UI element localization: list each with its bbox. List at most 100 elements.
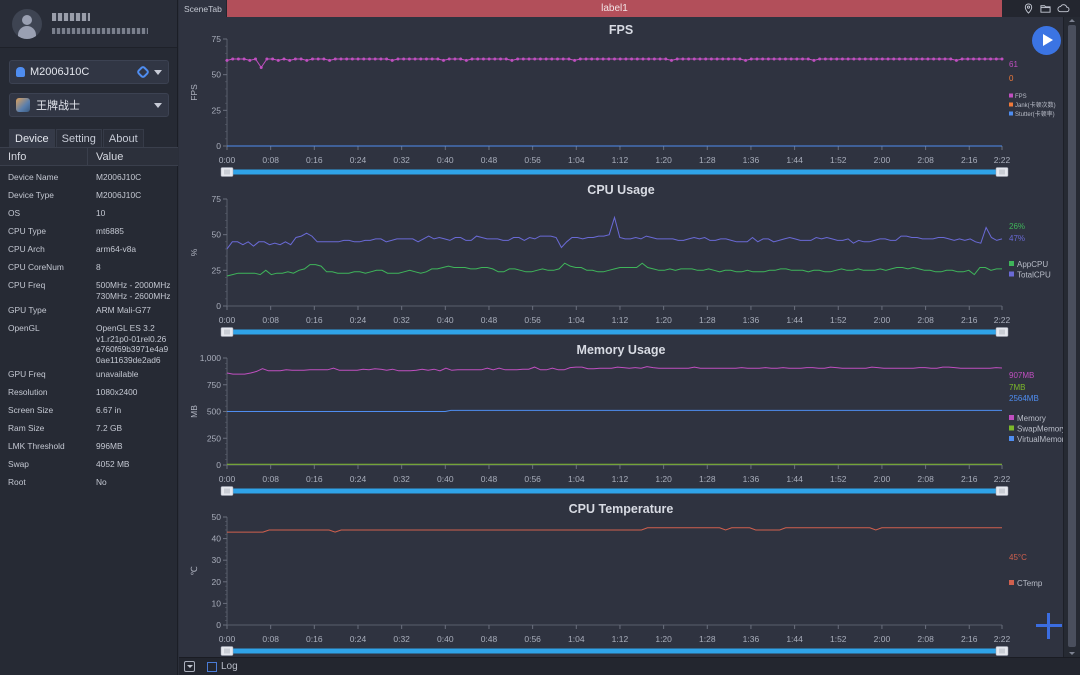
- x-tick-label: 1:28: [699, 155, 716, 165]
- info-row: CPU CoreNum 8: [0, 262, 178, 273]
- data-point: [687, 57, 691, 61]
- data-point: [339, 57, 343, 61]
- y-tick-label: 40: [212, 534, 222, 544]
- legend-label: FPS: [1015, 94, 1027, 100]
- data-point: [806, 57, 810, 61]
- y-tick-label: 1,000: [200, 353, 222, 363]
- vertical-scrollbar[interactable]: [1063, 17, 1080, 657]
- time-range-slider[interactable]: [227, 648, 1002, 654]
- data-point: [766, 57, 770, 61]
- info-value: 7.2 GB: [96, 423, 123, 433]
- cloud-icon[interactable]: [1057, 3, 1070, 14]
- x-tick-label: 0:48: [481, 634, 498, 644]
- device-select[interactable]: M2006J10C: [9, 60, 169, 84]
- device-select-value: M2006J10C: [30, 66, 90, 78]
- bottom-bar: Log: [179, 657, 1080, 675]
- info-value: M2006J10C: [96, 190, 142, 200]
- info-key: GPU Type: [8, 305, 47, 315]
- table-header: Info Value: [0, 147, 178, 166]
- add-chart-button[interactable]: [1036, 613, 1062, 639]
- x-tick-label: 0:16: [306, 315, 323, 325]
- scene-label-bar[interactable]: label1: [227, 0, 1002, 17]
- link-icon[interactable]: [135, 64, 151, 80]
- data-point: [590, 57, 594, 61]
- time-range-slider[interactable]: [227, 329, 1002, 335]
- data-point: [789, 57, 793, 61]
- data-point: [669, 58, 673, 62]
- y-tick-label: 0: [216, 141, 221, 151]
- location-pin-icon[interactable]: [1023, 3, 1034, 14]
- data-point: [367, 57, 371, 61]
- column-header-value[interactable]: Value: [88, 148, 131, 165]
- data-point: [516, 57, 520, 61]
- x-tick-label: 0:24: [350, 315, 367, 325]
- y-tick-label: 20: [212, 577, 222, 587]
- data-point: [350, 57, 354, 61]
- x-tick-label: 0:32: [393, 634, 410, 644]
- info-row: CPU Freq 500MHz - 2000MHz 730MHz - 2600MH…: [0, 280, 178, 301]
- info-value: OpenGL ES 3.2 v1.r21p0-01rel0.26 e760f69…: [96, 323, 169, 365]
- y-tick-label: 25: [212, 105, 222, 115]
- y-axis-label: ℃: [189, 566, 199, 576]
- time-range-slider[interactable]: [227, 169, 1002, 175]
- x-tick-label: 0:00: [219, 474, 236, 484]
- y-tick-label: 750: [207, 380, 221, 390]
- data-point: [538, 57, 542, 61]
- expand-panel-icon[interactable]: [184, 661, 195, 672]
- info-row: OpenGL OpenGL ES 3.2 v1.r21p0-01rel0.26 e…: [0, 323, 178, 365]
- x-tick-label: 1:52: [830, 634, 847, 644]
- data-point: [265, 57, 269, 61]
- data-point: [271, 57, 275, 61]
- data-point: [248, 58, 252, 62]
- data-point: [578, 57, 582, 61]
- info-value: 1080x2400: [96, 387, 138, 397]
- info-key: Screen Size: [8, 405, 54, 415]
- x-tick-label: 1:04: [568, 634, 585, 644]
- log-checkbox[interactable]: [207, 661, 217, 672]
- x-tick-label: 0:00: [219, 315, 236, 325]
- data-point: [533, 57, 537, 61]
- data-point: [299, 57, 303, 61]
- data-point: [783, 57, 787, 61]
- scrollbar-thumb[interactable]: [1068, 25, 1076, 647]
- data-point: [453, 57, 457, 61]
- data-point: [567, 57, 571, 61]
- tab-about[interactable]: About: [102, 129, 144, 148]
- data-point: [761, 57, 765, 61]
- data-point: [818, 57, 822, 61]
- tab-device[interactable]: Device: [9, 129, 55, 148]
- data-point: [903, 57, 907, 61]
- data-point: [253, 57, 257, 61]
- chart-title: CPU Temperature: [569, 502, 674, 516]
- data-point: [732, 57, 736, 61]
- x-tick-label: 1:20: [655, 155, 672, 165]
- y-tick-label: 25: [212, 265, 222, 275]
- scroll-up-arrow-icon[interactable]: [1069, 19, 1075, 22]
- user-profile[interactable]: [0, 0, 177, 48]
- device-info-table: Info Value Device Name M2006J10C Device Ty…: [0, 147, 178, 488]
- scene-tab[interactable]: SceneTab: [179, 0, 226, 17]
- data-point: [407, 57, 411, 61]
- avatar[interactable]: [12, 8, 42, 39]
- play-button[interactable]: [1032, 26, 1061, 55]
- x-tick-label: 1:52: [830, 474, 847, 484]
- data-point: [436, 57, 440, 61]
- data-point: [863, 57, 867, 61]
- x-tick-label: 1:20: [655, 634, 672, 644]
- x-tick-label: 2:22: [994, 474, 1011, 484]
- app-select[interactable]: 王牌战士: [9, 93, 169, 117]
- folder-icon[interactable]: [1040, 3, 1051, 14]
- info-key: OpenGL: [8, 323, 40, 333]
- data-point: [658, 57, 662, 61]
- info-key: OS: [8, 208, 21, 218]
- tab-setting[interactable]: Setting: [55, 129, 102, 148]
- legend-swatch: [1009, 580, 1014, 585]
- info-key: Swap: [8, 459, 29, 469]
- data-point: [231, 57, 235, 61]
- data-point: [972, 57, 976, 61]
- data-point: [909, 57, 913, 61]
- scroll-down-arrow-icon[interactable]: [1069, 652, 1075, 655]
- x-tick-label: 0:40: [437, 634, 454, 644]
- column-header-info[interactable]: Info: [0, 148, 88, 165]
- time-range-slider[interactable]: [227, 488, 1002, 494]
